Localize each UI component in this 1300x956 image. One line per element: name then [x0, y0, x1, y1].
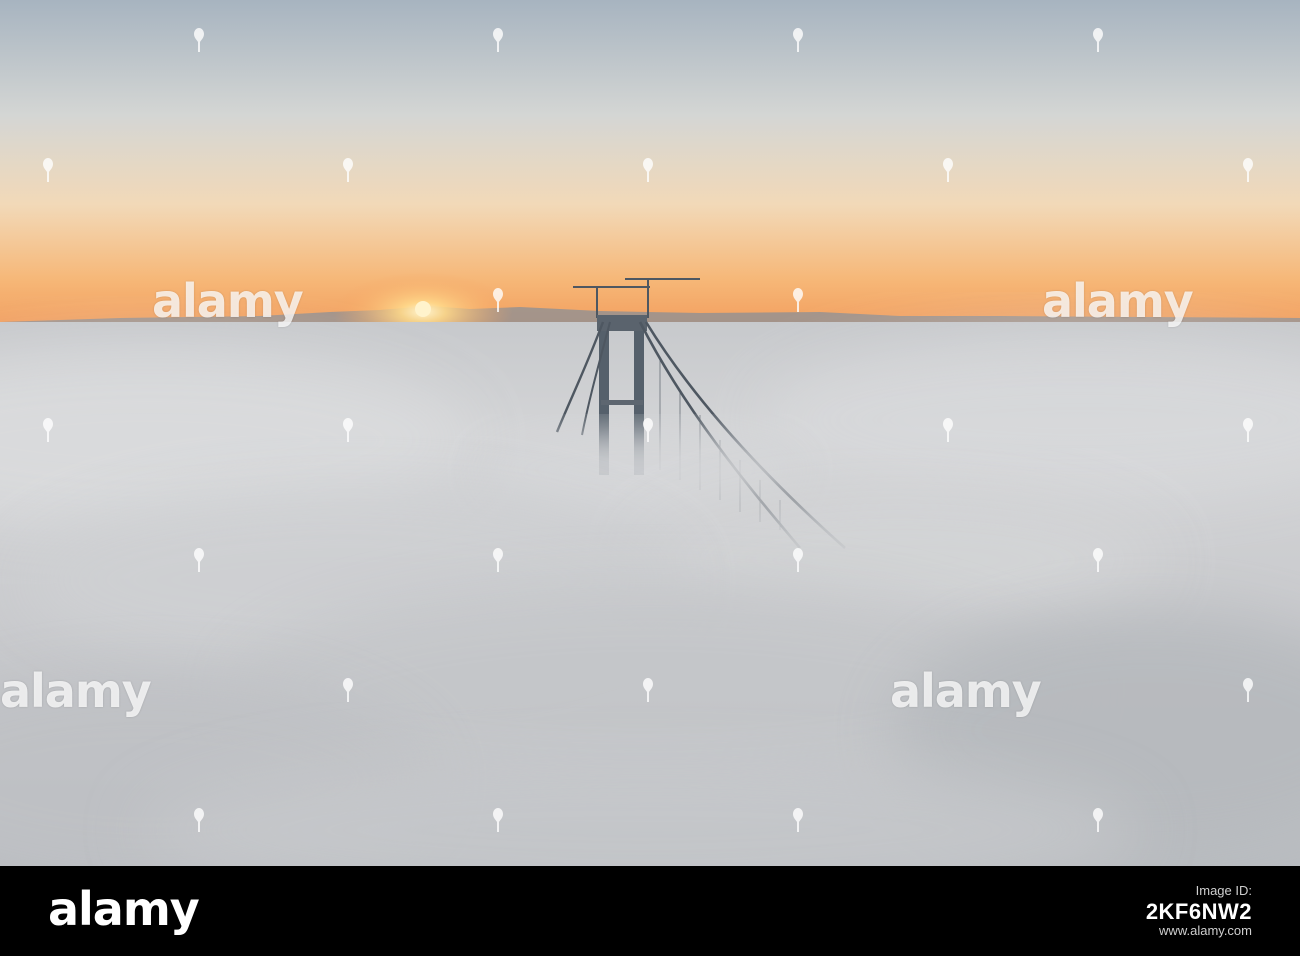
watermark-pin-icon [493, 28, 503, 52]
sun [415, 301, 431, 317]
watermark-pin-icon [43, 158, 53, 182]
watermark-pin-icon [493, 548, 503, 572]
watermark-pin-icon [643, 418, 653, 442]
site-url: www.alamy.com [1159, 923, 1252, 939]
watermark-pin-icon [194, 808, 204, 832]
image-id-label: Image ID: [1195, 883, 1252, 898]
watermark-pin-icon [343, 678, 353, 702]
watermark-pin-icon [1243, 678, 1253, 702]
watermark-pin-icon [643, 158, 653, 182]
image-id: 2KF6NW2 [1145, 898, 1252, 924]
watermark-pin-icon [643, 678, 653, 702]
watermark-pin-icon [194, 28, 204, 52]
watermark-pin-icon [343, 418, 353, 442]
watermark-text: alamy [1042, 274, 1194, 328]
watermark-pin-icon [1243, 158, 1253, 182]
watermark-pin-icon [493, 808, 503, 832]
watermark-pin-icon [194, 548, 204, 572]
watermark-pin-icon [1093, 808, 1103, 832]
watermark-text: alamy [0, 664, 152, 718]
footer-bar: alamy Image ID: 2KF6NW2 www.alamy.com [0, 866, 1300, 956]
watermark-pin-icon [1093, 548, 1103, 572]
watermark-pin-icon [793, 548, 803, 572]
watermark-pin-icon [943, 418, 953, 442]
alamy-logo: alamy [48, 882, 200, 936]
photo-area: alamy alamy alamy alamy [0, 0, 1300, 866]
watermark-text: alamy [152, 274, 304, 328]
watermark-pin-icon [43, 418, 53, 442]
watermark-pin-icon [793, 28, 803, 52]
watermark-pin-icon [493, 288, 503, 312]
watermark-pin-icon [1093, 28, 1103, 52]
image-info: Image ID: 2KF6NW2 www.alamy.com [1145, 883, 1252, 939]
watermark-pin-icon [343, 158, 353, 182]
watermark-text: alamy [890, 664, 1042, 718]
watermark-pin-icon [793, 288, 803, 312]
watermark-pin-icon [793, 808, 803, 832]
watermark-pin-icon [1243, 418, 1253, 442]
watermark-pin-icon [943, 158, 953, 182]
